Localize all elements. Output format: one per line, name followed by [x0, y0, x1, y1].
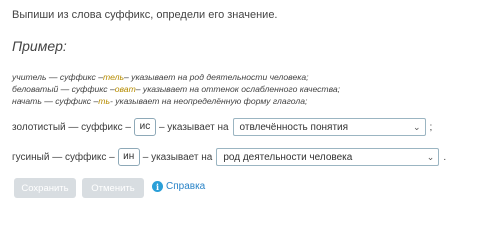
save-button[interactable]: Сохранить — [14, 178, 76, 198]
row-punctuation: . — [443, 151, 447, 163]
example-text: беловатый — суффикс – — [12, 84, 115, 94]
example-text: – указывает на оттенок ослабленного каче… — [135, 84, 341, 94]
exercise-row: золотистый — суффикс – ис – указывает на… — [12, 117, 432, 137]
example-suffix: тель — [102, 72, 125, 82]
example-text: начать — суффикс – — [12, 96, 99, 106]
exercise-connector: – указывает на — [142, 151, 213, 163]
example-line: начать — суффикс –ть- указывает на неопр… — [12, 96, 307, 106]
meaning-dropdown[interactable]: род деятельности человека ⌄ — [216, 148, 440, 166]
example-suffix: ть — [98, 96, 110, 106]
example-text: – указывает на род деятельности человека… — [124, 72, 309, 82]
chevron-down-icon: ⌄ — [412, 121, 421, 132]
help-label: Справка — [166, 181, 206, 192]
example-heading: Пример: — [12, 38, 67, 54]
example-suffix: оват — [114, 84, 136, 94]
dropdown-selected-value: род деятельности человека — [223, 151, 353, 163]
cancel-button[interactable]: Отменить — [82, 178, 144, 198]
exercise-row: гусиный — суффикс – ин – указывает на ро… — [12, 147, 446, 167]
exercise-connector: – указывает на — [158, 121, 229, 133]
example-text: - указывает на неопределённую форму глаг… — [109, 96, 308, 106]
example-text: учитель — суффикс – — [12, 72, 103, 82]
example-line: беловатый — суффикс –оват– указывает на … — [12, 84, 340, 94]
info-icon: i — [152, 181, 163, 192]
dropdown-selected-value: отвлечённость понятия — [239, 121, 349, 133]
help-link[interactable]: i Справка — [152, 181, 205, 192]
meaning-dropdown[interactable]: отвлечённость понятия ⌄ — [232, 118, 426, 136]
suffix-answer-field[interactable]: ин — [117, 148, 140, 166]
suffix-answer-field[interactable]: ис — [133, 118, 156, 136]
task-instruction: Выпиши из слова суффикс, определи его зн… — [12, 9, 278, 21]
row-punctuation: ; — [429, 121, 433, 133]
exercise-word: гусиный — суффикс – — [12, 151, 115, 163]
chevron-down-icon: ⌄ — [426, 151, 435, 162]
exercise-word: золотистый — суффикс – — [12, 121, 131, 133]
example-line: учитель — суффикс –тель– указывает на ро… — [12, 72, 308, 82]
